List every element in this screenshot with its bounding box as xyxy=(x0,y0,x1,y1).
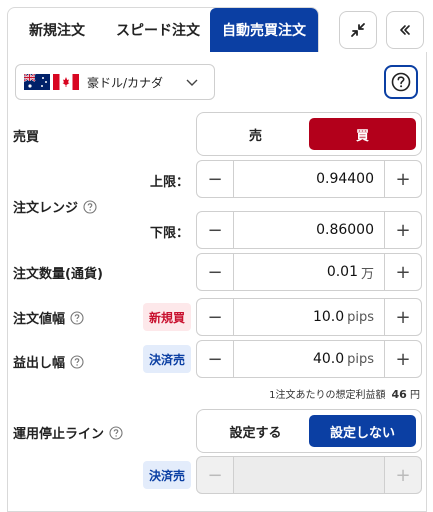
lower-limit-decrement-button[interactable]: − xyxy=(197,212,233,248)
order-width-stepper: − 10.0 pips + xyxy=(196,298,422,336)
estimated-profit-unit: 円 xyxy=(410,390,420,401)
quantity-value: 0.01 xyxy=(326,264,358,280)
help-icon[interactable] xyxy=(70,310,84,325)
order-range-label: 注文レンジ xyxy=(13,197,97,216)
order-range-text: 注文レンジ xyxy=(13,201,79,216)
stop-line-input[interactable] xyxy=(233,457,385,493)
upper-limit-increment-button[interactable]: + xyxy=(385,161,421,197)
stop-line-stepper: − + xyxy=(196,456,422,494)
order-width-text: 注文値幅 xyxy=(13,312,66,327)
australia-flag-icon xyxy=(24,74,50,90)
help-icon[interactable] xyxy=(70,354,84,369)
lower-limit-label: 下限： xyxy=(150,226,190,241)
help-icon[interactable] xyxy=(109,425,123,440)
profit-width-decrement-button[interactable]: − xyxy=(197,341,233,377)
chevron-down-icon xyxy=(186,79,198,86)
estimated-profit-label: 1注文あたりの想定利益額 xyxy=(269,390,386,401)
profit-width-input[interactable]: 40.0 pips xyxy=(233,341,385,377)
stop-line-label: 運用停止ライン xyxy=(13,423,123,442)
upper-limit-label: 上限： xyxy=(150,175,190,190)
help-button[interactable] xyxy=(384,65,418,99)
sell-option[interactable]: 売 xyxy=(202,118,309,150)
double-chevron-left-icon xyxy=(400,25,410,35)
new-buy-badge: 新規買 xyxy=(143,303,192,331)
buy-option[interactable]: 買 xyxy=(309,118,416,150)
quantity-increment-button[interactable]: + xyxy=(385,254,421,290)
lower-limit-stepper: − 0.86000 + xyxy=(196,211,422,249)
order-width-input[interactable]: 10.0 pips xyxy=(233,299,385,335)
profit-width-value: 40.0 xyxy=(312,351,345,367)
upper-limit-input[interactable]: 0.94400 xyxy=(233,161,385,197)
side-label: 売買 xyxy=(13,130,40,145)
profit-width-label: 益出し幅 xyxy=(13,352,84,371)
tab-speed-order[interactable]: スピード注文 xyxy=(106,8,210,52)
currency-pair-name: 豪ドル/カナダ xyxy=(87,75,164,90)
quantity-input[interactable]: 0.01 万 xyxy=(233,254,385,290)
order-width-increment-button[interactable]: + xyxy=(385,299,421,335)
order-width-decrement-button[interactable]: − xyxy=(197,299,233,335)
stop-line-set-option[interactable]: 設定する xyxy=(202,415,309,447)
minimize-button[interactable] xyxy=(339,11,377,49)
upper-limit-value: 0.94400 xyxy=(316,171,374,187)
order-width-label: 注文値幅 xyxy=(13,308,84,327)
stop-line-increment-button[interactable]: + xyxy=(385,457,421,493)
collapse-arrows-icon xyxy=(351,23,365,37)
currency-pair-select[interactable]: 豪ドル/カナダ xyxy=(15,64,215,100)
order-tabs: 新規注文 スピード注文 自動売買注文 xyxy=(7,7,319,53)
lower-limit-value: 0.86000 xyxy=(316,222,374,238)
lower-limit-input[interactable]: 0.86000 xyxy=(233,212,385,248)
upper-limit-stepper: − 0.94400 + xyxy=(196,160,422,198)
stop-line-decrement-button[interactable]: − xyxy=(197,457,233,493)
stop-line-unset-option[interactable]: 設定しない xyxy=(309,415,416,447)
upper-limit-decrement-button[interactable]: − xyxy=(197,161,233,197)
stop-line-text: 運用停止ライン xyxy=(13,427,105,442)
profit-width-unit: pips xyxy=(347,351,374,367)
collapse-panel-button[interactable] xyxy=(386,11,424,49)
profit-width-text: 益出し幅 xyxy=(13,356,66,371)
tab-new-order[interactable]: 新規注文 xyxy=(8,8,106,52)
side-toggle: 売 買 xyxy=(196,112,422,156)
question-circle-icon xyxy=(391,72,411,92)
order-width-value: 10.0 xyxy=(312,309,345,325)
profit-width-stepper: − 40.0 pips + xyxy=(196,340,422,378)
quantity-decrement-button[interactable]: − xyxy=(197,254,233,290)
settle-sell-badge: 決済売 xyxy=(143,345,192,373)
order-width-unit: pips xyxy=(347,309,374,325)
help-icon[interactable] xyxy=(83,199,97,214)
estimated-profit: 1注文あたりの想定利益額 46 円 xyxy=(210,386,420,401)
profit-width-increment-button[interactable]: + xyxy=(385,341,421,377)
lower-limit-increment-button[interactable]: + xyxy=(385,212,421,248)
quantity-unit: 万 xyxy=(360,266,374,282)
estimated-profit-value: 46 xyxy=(391,388,407,401)
tab-auto-trade-order[interactable]: 自動売買注文 xyxy=(210,8,318,52)
canada-flag-icon xyxy=(53,74,79,90)
quantity-stepper: − 0.01 万 + xyxy=(196,253,422,291)
stop-line-settle-sell-badge: 決済売 xyxy=(143,461,192,489)
stop-line-toggle: 設定する 設定しない xyxy=(196,409,422,453)
quantity-label: 注文数量(通貨) xyxy=(13,267,103,282)
